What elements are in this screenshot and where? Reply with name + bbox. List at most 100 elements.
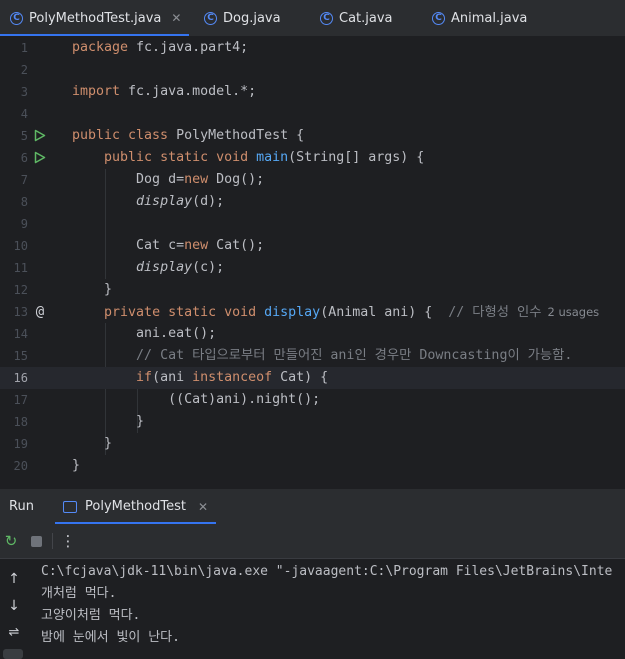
- code-text: public class PolyMethodTest {: [72, 125, 304, 147]
- code-line[interactable]: 6 public static void main(String[] args)…: [0, 147, 625, 169]
- scroll-end-icon[interactable]: [3, 649, 23, 659]
- code-text: }: [72, 411, 144, 433]
- code-text: display(d);: [72, 191, 224, 213]
- code-token: }: [72, 436, 113, 451]
- code-line[interactable]: 3 import fc.java.model.*;: [0, 81, 625, 103]
- tab-label: PolyMethodTest.java: [29, 10, 162, 26]
- code-token: import: [72, 84, 129, 99]
- code-token: (c);: [192, 260, 225, 275]
- close-tab-icon[interactable]: ✕: [171, 11, 181, 25]
- code-line[interactable]: 4: [0, 103, 625, 125]
- code-line[interactable]: 15 // Cat 타입으로부터 만들어진 ani인 경우만 Downcasti…: [0, 345, 625, 367]
- code-text: ((Cat)ani).night();: [72, 389, 320, 411]
- code-text: private static void display(Animal ani) …: [72, 301, 599, 324]
- code-token: Cat c=: [72, 238, 185, 253]
- line-number: 5: [20, 129, 28, 143]
- code-line[interactable]: 18 }: [0, 411, 625, 433]
- class-icon: C: [320, 11, 333, 25]
- line-number: 12: [13, 283, 28, 297]
- code-line[interactable]: 11 display(c);: [0, 257, 625, 279]
- code-text: Dog d=new Dog();: [72, 169, 264, 191]
- code-line[interactable]: 20}: [0, 455, 625, 477]
- console-output[interactable]: ↑ ↓ ⇌ C:\fcjava\jdk-11\bin\java.exe "-ja…: [0, 559, 625, 659]
- code-line[interactable]: 9: [0, 213, 625, 235]
- console-line: 밤에 눈에서 빛이 난다.: [41, 630, 180, 645]
- tab-label: Cat.java: [339, 10, 393, 26]
- code-line[interactable]: 8 display(d);: [0, 191, 625, 213]
- code-line[interactable]: 5 public class PolyMethodTest {: [0, 125, 625, 147]
- code-token: private static void: [104, 305, 265, 320]
- code-token: fc.java.model.*;: [128, 84, 257, 99]
- code-line[interactable]: 1 package fc.java.part4;: [0, 37, 625, 59]
- code-token: }: [72, 414, 145, 429]
- tab-label: Dog.java: [223, 10, 281, 26]
- code-token: Dog();: [216, 172, 265, 187]
- run-gutter-icon[interactable]: [33, 147, 47, 169]
- class-icon: C: [204, 11, 217, 25]
- run-gutter-icon[interactable]: [33, 125, 47, 147]
- code-text: display(c);: [72, 257, 224, 279]
- console-line: 고양이처럼 먹다.: [41, 608, 141, 623]
- code-token: display: [264, 305, 321, 320]
- console-line: 개처럼 먹다.: [41, 586, 117, 601]
- tab-polymethodtest[interactable]: C PolyMethodTest.java ✕: [0, 0, 190, 36]
- line-number: 6: [20, 151, 28, 165]
- code-line[interactable]: 17 ((Cat)ani).night();: [0, 389, 625, 411]
- line-number: 11: [13, 261, 28, 275]
- code-text: package fc.java.part4;: [72, 37, 248, 59]
- code-line[interactable]: 16 if(ani instanceof Cat) {: [0, 367, 625, 389]
- run-panel-title: Run: [9, 499, 34, 514]
- code-line[interactable]: 12 }: [0, 279, 625, 301]
- run-config-label: PolyMethodTest: [85, 499, 186, 514]
- code-token: new: [184, 172, 217, 187]
- line-number: 19: [13, 437, 28, 451]
- up-arrow-icon[interactable]: ↑: [0, 568, 28, 590]
- usages-hint[interactable]: 2 usages: [547, 305, 599, 319]
- code-token: Cat();: [216, 238, 265, 253]
- tab-cat[interactable]: C Cat.java: [320, 0, 393, 36]
- run-config-tab[interactable]: PolyMethodTest ✕: [55, 489, 217, 524]
- rerun-icon[interactable]: ↻: [2, 524, 20, 558]
- code-token: }: [72, 282, 113, 297]
- tab-animal[interactable]: C Animal.java: [432, 0, 527, 36]
- code-text: ani.eat();: [72, 323, 216, 345]
- stop-icon[interactable]: [28, 524, 44, 558]
- code-line[interactable]: 7 Dog d=new Dog();: [0, 169, 625, 191]
- line-number: 13: [13, 305, 28, 319]
- down-arrow-icon[interactable]: ↓: [0, 595, 28, 617]
- line-number: 3: [20, 85, 28, 99]
- line-number: 10: [13, 239, 28, 253]
- line-number: 15: [13, 349, 28, 363]
- code-line[interactable]: 10 Cat c=new Cat();: [0, 235, 625, 257]
- code-token: new: [184, 238, 217, 253]
- run-panel-header: Run PolyMethodTest ✕: [0, 488, 625, 524]
- more-icon[interactable]: ⋮: [60, 524, 76, 558]
- override-gutter-icon[interactable]: @: [33, 301, 47, 323]
- code-token: PolyMethodTest {: [176, 128, 305, 143]
- code-token: // Cat 타입으로부터 만들어진 ani인 경우만 Downcasting이…: [136, 348, 573, 363]
- soft-wrap-icon[interactable]: ⇌: [0, 622, 28, 644]
- code-token: package: [72, 40, 137, 55]
- tab-label: Animal.java: [451, 10, 528, 26]
- code-token: ((Cat)ani).night();: [72, 392, 321, 407]
- line-number: 17: [13, 393, 28, 407]
- close-tab-icon[interactable]: ✕: [198, 500, 208, 514]
- line-number: 8: [20, 195, 28, 209]
- code-line[interactable]: 2: [0, 59, 625, 81]
- code-text: if(ani instanceof Cat) {: [72, 367, 328, 389]
- code-text: Cat c=new Cat();: [72, 235, 264, 257]
- line-number: 7: [20, 173, 28, 187]
- code-line[interactable]: 13 @ private static void display(Animal a…: [0, 301, 625, 323]
- line-number: 1: [20, 41, 28, 55]
- code-token: (ani: [152, 370, 193, 385]
- code-line[interactable]: 19 }: [0, 433, 625, 455]
- tab-dog[interactable]: C Dog.java: [204, 0, 281, 36]
- class-icon: C: [432, 11, 445, 25]
- code-line[interactable]: 14 ani.eat();: [0, 323, 625, 345]
- line-number: 20: [13, 459, 28, 473]
- code-editor[interactable]: 1 package fc.java.part4; 2 3 import fc.java.…: [0, 37, 625, 485]
